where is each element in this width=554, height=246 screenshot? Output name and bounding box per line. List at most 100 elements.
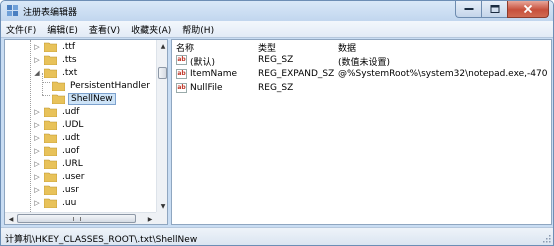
registry-values-pane[interactable]: 名称 类型 数据 ab (默认) REG_SZ (数值未设置) ab ItemN… (171, 39, 552, 225)
value-type: REG_SZ (258, 55, 294, 65)
expand-arrow-icon[interactable]: ▷ (33, 183, 41, 196)
status-path: 计算机\HKEY_CLASSES_ROOT\.txt\ShellNew (5, 235, 198, 245)
tree-item-label: ShellNew (68, 92, 116, 105)
tree-item-label: .uu (62, 197, 77, 208)
tree-horizontal-scrollbar[interactable]: ◀ ▶ (5, 212, 156, 224)
expand-arrow-icon[interactable]: ▷ (33, 196, 41, 209)
status-bar: 计算机\HKEY_CLASSES_ROOT\.txt\ShellNew (1, 227, 553, 245)
expand-arrow-icon[interactable]: ▷ (33, 170, 41, 183)
open-folder-icon (44, 68, 57, 78)
tree-vertical-scrollbar[interactable]: ▲ ▼ (156, 40, 167, 212)
column-header-type[interactable]: 类型 (258, 41, 276, 54)
expand-arrow-icon[interactable]: ▷ (33, 157, 41, 170)
expand-arrow-icon[interactable]: ▷ (33, 40, 41, 53)
scroll-right-arrow-icon[interactable]: ▶ (144, 213, 156, 224)
vertical-scroll-thumb[interactable] (158, 67, 167, 79)
tree-item[interactable]: PersistentHandler (45, 79, 152, 92)
menu-help[interactable]: 帮助(H) (182, 23, 214, 36)
tree-item-label: .txt (62, 67, 78, 78)
window-title: 注册表编辑器 (23, 8, 78, 18)
tree-item-label: PersistentHandler (70, 80, 150, 91)
folder-icon (44, 146, 57, 156)
tree-item-label: .uof (62, 145, 80, 156)
minimize-button[interactable] (455, 1, 481, 18)
tree-item[interactable]: ▷ .UDL (33, 118, 85, 131)
maximize-icon (490, 5, 499, 13)
regedit-window: 注册表编辑器 文件(F) 编辑(E) 查看(V) 收藏夹(A) 帮助(H) ▷ (0, 0, 554, 246)
tree-item-label: .udf (62, 106, 80, 117)
menu-bar: 文件(F) 编辑(E) 查看(V) 收藏夹(A) 帮助(H) (1, 21, 553, 38)
folder-icon (44, 185, 57, 195)
menu-view[interactable]: 查看(V) (89, 23, 120, 36)
registry-tree-pane[interactable]: ▷ .ttf ▷ .tts ◢ .txt PersistentHandler S… (4, 39, 168, 225)
menu-edit[interactable]: 编辑(E) (47, 23, 78, 36)
expand-arrow-icon[interactable]: ▷ (33, 144, 41, 157)
close-button[interactable] (507, 1, 549, 18)
folder-icon (52, 81, 65, 91)
value-name: (默认) (190, 58, 216, 68)
menu-file[interactable]: 文件(F) (6, 23, 36, 36)
folder-icon (44, 42, 57, 52)
tree-item[interactable]: ▷ .uu (33, 196, 78, 209)
value-data: @%SystemRoot%\system32\notepad.exe,-470 (338, 69, 548, 79)
folder-icon (44, 107, 57, 117)
title-bar[interactable]: 注册表编辑器 (1, 1, 553, 21)
expand-arrow-icon[interactable]: ▷ (33, 105, 41, 118)
value-name: ItemName (190, 69, 238, 79)
scroll-left-arrow-icon[interactable]: ◀ (5, 213, 17, 224)
folder-icon (44, 159, 57, 169)
tree-item[interactable]: ▷ .ttf (33, 40, 77, 53)
column-headers: 名称 类型 数据 (172, 40, 551, 54)
folder-icon (44, 198, 57, 208)
tree-item-label: .tts (62, 54, 77, 65)
collapse-arrow-icon[interactable]: ◢ (33, 66, 41, 79)
tree-item-label: .user (62, 171, 85, 182)
resize-grip-icon[interactable] (541, 233, 551, 243)
value-type: REG_EXPAND_SZ (258, 69, 335, 79)
menu-favorites[interactable]: 收藏夹(A) (131, 23, 171, 36)
tree-item-label: .URL (62, 158, 83, 169)
value-row[interactable]: ab ItemName REG_EXPAND_SZ @%SystemRoot%\… (174, 68, 550, 81)
string-value-icon: ab (176, 83, 187, 93)
value-row[interactable]: ab (默认) REG_SZ (数值未设置) (174, 54, 550, 68)
value-type: REG_SZ (258, 83, 294, 93)
close-icon (523, 5, 533, 13)
string-value-icon: ab (176, 69, 187, 79)
scroll-up-arrow-icon[interactable]: ▲ (157, 40, 167, 52)
expand-arrow-icon[interactable]: ▷ (33, 118, 41, 131)
value-name: NullFile (190, 83, 223, 93)
folder-icon (44, 133, 57, 143)
scroll-corner (156, 212, 167, 224)
maximize-button[interactable] (481, 1, 507, 18)
tree-guide-line (30, 40, 31, 212)
tree-item[interactable]: ▷ .usr (33, 183, 81, 196)
tree-item[interactable]: ▷ .uof (33, 144, 81, 157)
expand-arrow-icon[interactable]: ▷ (33, 131, 41, 144)
folder-icon (44, 120, 57, 130)
tree-item[interactable]: ▷ .udf (33, 105, 81, 118)
minimize-icon (464, 8, 473, 10)
tree-item[interactable]: ▷ .udt (33, 131, 82, 144)
expand-arrow-icon[interactable]: ▷ (33, 53, 41, 66)
tree-item[interactable]: ◢ .txt (33, 66, 79, 79)
tree-item[interactable]: ▷ .user (33, 170, 87, 183)
tree-item-label: .udt (62, 132, 80, 143)
folder-icon (52, 94, 65, 104)
scroll-down-arrow-icon[interactable]: ▼ (157, 200, 167, 212)
tree-item-label: .UDL (62, 119, 84, 130)
folder-icon (44, 172, 57, 182)
horizontal-scroll-thumb[interactable] (17, 214, 136, 223)
value-data: (数值未设置) (338, 58, 391, 68)
tree-item-selected[interactable]: ShellNew (45, 92, 116, 105)
column-header-name[interactable]: 名称 (176, 41, 194, 54)
tree-item[interactable]: ▷ .URL (33, 157, 85, 170)
column-header-data[interactable]: 数据 (338, 41, 356, 54)
tree-item[interactable]: ▷ .tts (33, 53, 79, 66)
value-row[interactable]: ab NullFile REG_SZ (174, 82, 550, 95)
tree-item-label: .usr (62, 184, 79, 195)
caption-buttons (455, 1, 549, 18)
string-value-icon: ab (176, 55, 187, 65)
scroll-grip-icon (73, 217, 81, 221)
